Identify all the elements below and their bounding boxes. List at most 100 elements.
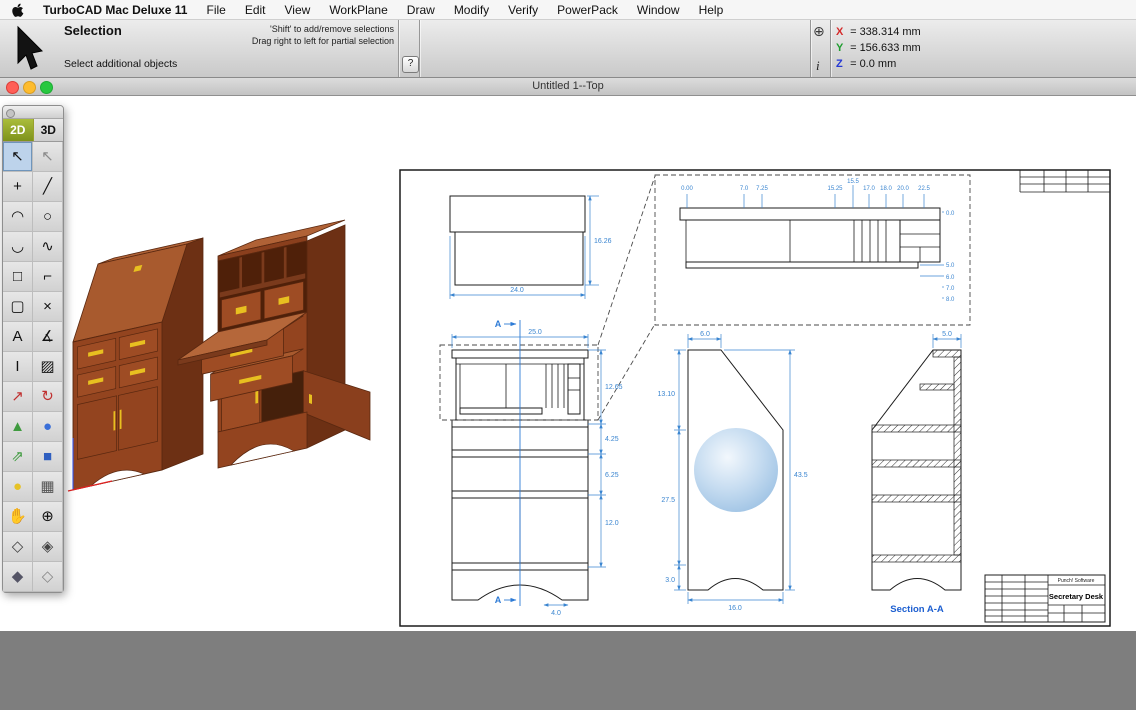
mode-2d-button[interactable]: 2D — [3, 119, 34, 141]
coordinate-x-row: X = 338.314 mm — [836, 24, 921, 40]
centerline-tool[interactable]: I — [3, 352, 33, 382]
sphere-tool[interactable]: ● — [33, 412, 63, 442]
desk-3d-renders[interactable] — [60, 208, 405, 508]
pan-tool[interactable]: ✋ — [3, 502, 33, 532]
curve-tool[interactable]: ◡ — [3, 232, 33, 262]
light-tool[interactable]: ● — [3, 472, 33, 502]
menu-modify[interactable]: Modify — [454, 3, 489, 17]
sphere-tool-icon: ● — [43, 419, 52, 434]
toolbar-divider — [419, 19, 420, 77]
rounded-rect-tool[interactable]: ▢ — [3, 292, 33, 322]
hatch-tool[interactable]: ▨ — [33, 352, 63, 382]
dim-label: 8.0 — [946, 297, 955, 303]
line-tool[interactable]: ╱ — [33, 172, 63, 202]
tool-palette[interactable]: 2D 3D ↖↖+╱◠○◡∿□⌐▢×A∡I▨↗↻▲●⇗■●▦✋⊕◇◈◆◇ — [2, 105, 64, 593]
shaded-view-tool-icon: ◆ — [12, 569, 24, 584]
sweep-tool[interactable]: ⇗ — [3, 442, 33, 472]
help-button[interactable]: ? — [402, 56, 419, 73]
dim-label: 6.25 — [605, 472, 619, 479]
menu-help[interactable]: Help — [699, 3, 724, 17]
curve-tool-icon: ◡ — [11, 239, 24, 254]
turbocad-screen: TurboCAD Mac Deluxe 11 File Edit View WorkP… — [0, 0, 1136, 710]
circle-tool[interactable]: ○ — [33, 202, 63, 232]
y-coordinate-value: 156.633 mm — [860, 42, 921, 54]
dim-label: 20.0 — [897, 186, 909, 192]
toolbar-divider — [398, 19, 399, 77]
dim-label: 6.0 — [946, 275, 955, 281]
menu-edit[interactable]: Edit — [245, 3, 266, 17]
material-grid-tool[interactable]: ▦ — [33, 472, 63, 502]
move-tool[interactable]: ↗ — [3, 382, 33, 412]
palette-close-button[interactable] — [6, 109, 15, 118]
drawing-sheet[interactable]: 24.0 16.26 — [398, 168, 1112, 630]
dim-label: 25.0 — [528, 329, 542, 336]
equals-sign: = — [850, 42, 856, 54]
dim-label: 7.0 — [946, 286, 955, 292]
desk-3d-closed[interactable] — [68, 238, 203, 491]
palette-tool-grid: ↖↖+╱◠○◡∿□⌐▢×A∡I▨↗↻▲●⇗■●▦✋⊕◇◈◆◇ — [3, 142, 63, 592]
arc-tool[interactable]: ◠ — [3, 202, 33, 232]
menu-workplane[interactable]: WorkPlane — [329, 3, 387, 17]
select-tool[interactable]: ↖ — [3, 142, 33, 172]
title-block-company: Punch! Software — [1058, 578, 1095, 584]
rendered-sphere — [694, 428, 778, 512]
dim-label: 4.25 — [605, 436, 619, 443]
desk-3d-open[interactable] — [178, 220, 370, 468]
mode-3d-button[interactable]: 3D — [34, 119, 64, 141]
app-menu-title[interactable]: TurboCAD Mac Deluxe 11 — [43, 3, 187, 17]
dim-label: 6.0 — [700, 331, 710, 338]
x-axis-label: X — [836, 24, 847, 40]
select-open-tool[interactable]: ↖ — [33, 142, 63, 172]
menu-window[interactable]: Window — [637, 3, 680, 17]
toolbar-divider — [810, 19, 811, 77]
text-tool[interactable]: A — [3, 322, 33, 352]
toolbar-divider — [830, 19, 831, 77]
menu-draw[interactable]: Draw — [407, 3, 435, 17]
menu-powerpack[interactable]: PowerPack — [557, 3, 618, 17]
iso-view-nw-tool[interactable]: ◈ — [33, 532, 63, 562]
wireframe-view-tool[interactable]: ◇ — [33, 562, 63, 592]
document-title: Untitled 1--Top — [0, 77, 1136, 95]
polyline-tool[interactable]: ⌐ — [33, 262, 63, 292]
zoom-tool[interactable]: ⊕ — [33, 502, 63, 532]
equals-sign: = — [850, 26, 856, 38]
shaded-view-tool[interactable]: ◆ — [3, 562, 33, 592]
dim-label: 4.0 — [551, 610, 561, 617]
menubar: TurboCAD Mac Deluxe 11 File Edit View WorkP… — [0, 0, 1136, 20]
rectangle-tool-icon: □ — [13, 269, 22, 284]
spline-tool[interactable]: ∿ — [33, 232, 63, 262]
section-letter: A — [495, 595, 502, 605]
apple-menu-icon[interactable] — [12, 3, 24, 17]
line-tool-icon: ╱ — [43, 179, 52, 194]
wireframe-view-tool-icon: ◇ — [42, 569, 54, 584]
rotate-tool[interactable]: ↻ — [33, 382, 63, 412]
cone-tool-icon: ▲ — [10, 419, 25, 434]
erase-tool[interactable]: × — [33, 292, 63, 322]
menu-verify[interactable]: Verify — [508, 3, 538, 17]
iso-view-ne-tool[interactable]: ◇ — [3, 532, 33, 562]
dimension-tool[interactable]: ∡ — [33, 322, 63, 352]
drawing-canvas[interactable]: 24.0 16.26 — [0, 95, 1136, 631]
rectangle-tool[interactable]: □ — [3, 262, 33, 292]
palette-titlebar[interactable] — [3, 106, 63, 119]
box-tool[interactable]: ■ — [33, 442, 63, 472]
move-tool-icon: ↗ — [11, 389, 24, 404]
cone-tool[interactable]: ▲ — [3, 412, 33, 442]
dim-label: 0.0 — [946, 211, 955, 217]
title-block: Punch! Software Secretary Desk — [985, 575, 1105, 622]
menu-file[interactable]: File — [206, 3, 225, 17]
arc-tool-icon: ◠ — [11, 209, 24, 224]
rotate-tool-icon: ↻ — [41, 389, 54, 404]
info-icon[interactable]: i — [816, 58, 820, 74]
dim-label: 16.26 — [594, 238, 612, 245]
dim-label: 16.0 — [728, 605, 742, 612]
dim-label: 5.0 — [946, 263, 955, 269]
menu-view[interactable]: View — [285, 3, 311, 17]
spline-tool-icon: ∿ — [41, 239, 54, 254]
dim-label: 13.10 — [657, 391, 675, 398]
z-axis-label: Z — [836, 56, 847, 72]
crosshair-coordinates-icon[interactable]: ⊕ — [813, 23, 825, 40]
select-open-tool-icon: ↖ — [41, 149, 54, 164]
point-tool[interactable]: + — [3, 172, 33, 202]
document-titlebar[interactable]: Untitled 1--Top — [0, 77, 1136, 96]
